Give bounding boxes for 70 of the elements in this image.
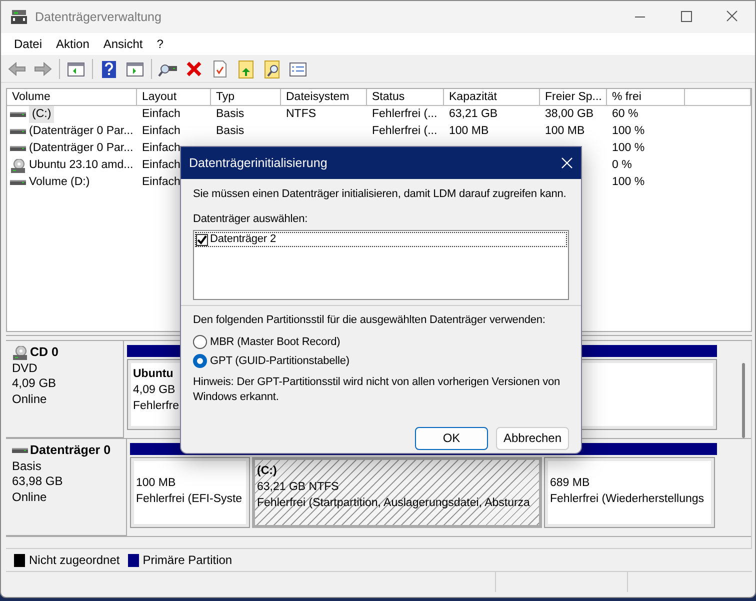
table-cell-text: Einfach [141,141,182,156]
menu-item[interactable]: Datei [7,35,50,53]
dialog-title: Datenträgerinitialisierung [189,154,328,172]
menu-item[interactable]: ? [150,35,170,53]
table-cell-text: 60 % [611,107,640,122]
partition-status: Fehlerfrei (EFI-Syste [136,492,242,507]
table-cell-text: 100 % [611,141,646,156]
partition-size: 100 MB [136,476,176,491]
partition-status: Fehlerfrei (Wiederherstellungs [550,492,704,507]
column-header[interactable]: % frei [607,89,685,106]
partition-block[interactable]: (C:) 63,21 GB NTFS Fehlerfrei (Startpartition, Auslagerungsdatei, Absturza [252,457,542,528]
partition-size: 4,09 GB [133,383,176,398]
column-header[interactable]: Typ [211,89,281,106]
partition-status: Fehlerfre [133,399,180,414]
column-header[interactable]: Status [367,89,444,106]
table-cell-text: 100 MB [448,124,490,139]
table-cell[interactable]: Volume (D:) [29,174,90,191]
partition-status: Fehlerfrei (Startpartition, Auslagerungsdatei, Absturza [257,496,530,511]
disk-info: DVD [12,360,38,376]
table-cell[interactable]: (Datenträger 0 Par... [29,140,134,157]
disk-info: Online [12,392,48,407]
table-cell-text: Einfach [141,107,182,122]
menu-item[interactable]: Ansicht [96,35,150,53]
disk-list[interactable]: Datenträger 2 [193,230,569,300]
table-cell[interactable]: Ubuntu 23.10 amd... [29,157,134,174]
table-cell-text: NTFS [285,107,318,122]
disk-info: 63,98 GB [12,474,64,490]
table-cell[interactable]: (Datenträger 0 Par... [29,123,134,140]
disk-name: CD 0 [30,345,58,360]
disk-info: Online [12,490,48,505]
cancel-button[interactable]: Abbrechen [496,426,569,450]
partition-block[interactable]: 689 MB Fehlerfrei (Wiederherstellungs [544,457,715,528]
disk-name: Datenträger 0 [30,443,111,458]
column-header[interactable]: Freier Sp... [540,89,607,106]
disk-info: 4,09 GB [12,376,58,392]
ok-button[interactable]: OK [415,426,488,450]
column-header[interactable]: Layout [137,89,211,106]
table-cell-text: Basis [215,107,246,122]
partition-size: 689 MB [550,476,590,491]
radio-label[interactable]: MBR (Master Boot Record) [210,334,340,350]
table-cell[interactable]: (C:) [29,106,54,123]
note-text: Hinweis: Der GPT-Partitionsstil wird nicht von allen vorherigen Versionen von Windows erkannt. [193,374,562,404]
table-cell-text: 0 % [611,158,633,173]
table-cell-text: 63,21 GB [448,107,499,122]
field-label: Datenträger auswählen: [193,212,309,226]
disk-label-panel[interactable]: CD 0 DVD 4,09 GB Online [6,341,124,438]
partition-size: 63,21 GB NTFS [257,480,339,495]
radio-label[interactable]: GPT (GUID-Partitionstabelle) [210,352,350,370]
table-cell-text: Fehlerfrei (... [371,107,438,122]
table-cell-text: Fehlerfrei (... [371,124,438,139]
disk-info: Basis [12,458,42,474]
table-cell-text: Basis [215,124,246,139]
table-cell-text: 100 % [611,175,646,190]
dialog-text: Sie müssen einen Datenträger initialisieren, damit LDM darauf zugreifen kann. [193,187,568,202]
legend-label: Primäre Partition [142,552,232,569]
table-cell-text: 100 MB [544,124,586,139]
column-header[interactable]: Kapazität [444,89,540,106]
menu-item[interactable]: Aktion [49,35,96,53]
table-cell-text: 38,00 GB [544,107,595,122]
partition-block[interactable]: 100 MB Fehlerfrei (EFI-Syste [130,457,250,528]
table-cell-text: 100 % [611,124,646,139]
table-cell-text: Einfach [141,124,182,139]
partition-label: (C:) [257,464,277,479]
column-header[interactable]: Dateisystem [281,89,367,106]
field-label: Den folgenden Partitionsstil für die ausgewählten Datenträger verwenden: [193,313,546,328]
disk-label-panel[interactable]: Datenträger 0 Basis 63,98 GB Online [6,439,127,536]
window-title: Datenträgerverwaltung [35,8,162,26]
legend-label: Nicht zugeordnet [29,552,120,569]
table-cell-text: Einfach [141,175,182,190]
partition-label: Ubuntu [133,367,174,382]
